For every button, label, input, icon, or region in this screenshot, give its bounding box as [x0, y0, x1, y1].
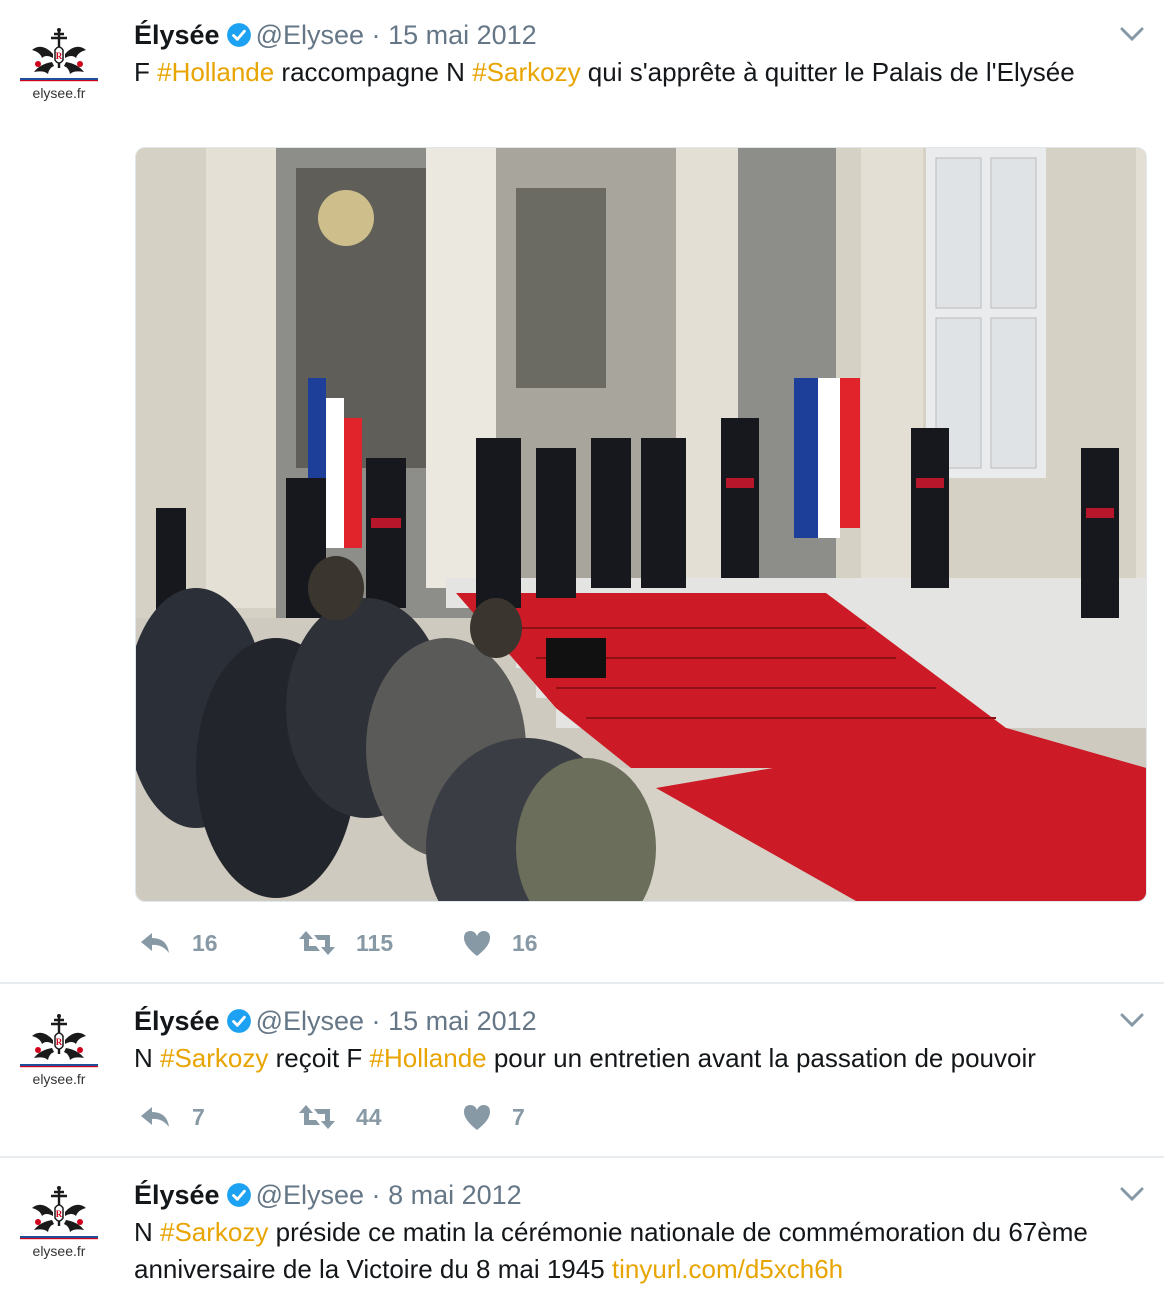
url-link[interactable]: tinyurl.com/d5xch6h: [612, 1254, 843, 1284]
hashtag-link[interactable]: #Sarkozy: [472, 57, 580, 87]
verified-badge-icon: [226, 1009, 251, 1033]
elysee-logo-icon[interactable]: R elysee.fr: [18, 1182, 100, 1264]
tweet-date[interactable]: 15 mai 2012: [388, 20, 537, 50]
tweet-header: Élysée @Elysee · 15 mai 2012: [134, 1004, 537, 1038]
retweet-icon: [299, 931, 335, 955]
separator-dot: ·: [371, 20, 381, 50]
display-name[interactable]: Élysée: [134, 1006, 220, 1036]
hashtag-link[interactable]: #Hollande: [370, 1043, 487, 1073]
text-segment: N: [134, 1217, 160, 1247]
tweet-actions: 16 115 16: [134, 926, 734, 960]
tweet[interactable]: R elysee.fr Élysée @Elysee · 15 mai 2012 …: [0, 984, 1164, 1156]
palace-steps-photo: [136, 148, 1146, 901]
elysee-logo-icon[interactable]: R elysee.fr: [18, 24, 100, 106]
reply-icon: [141, 933, 169, 953]
heart-icon: [464, 1105, 490, 1130]
user-handle[interactable]: @Elysee: [256, 1006, 364, 1036]
reply-button[interactable]: 16: [138, 926, 218, 960]
verified-badge-icon: [226, 23, 251, 47]
text-segment: qui s'apprête à quitter le Palais de l'E…: [580, 57, 1075, 87]
svg-text:R: R: [56, 1209, 63, 1219]
like-button[interactable]: 16: [462, 926, 538, 960]
user-handle[interactable]: @Elysee: [256, 20, 364, 50]
text-segment: reçoit F: [268, 1043, 370, 1073]
chevron-down-icon[interactable]: [1118, 1184, 1146, 1204]
tweet-date[interactable]: 15 mai 2012: [388, 1006, 537, 1036]
text-segment: préside ce matin la cérémonie nationale …: [134, 1217, 1088, 1284]
chevron-down-icon[interactable]: [1118, 1010, 1146, 1030]
reply-count: 16: [192, 929, 218, 956]
svg-text:R: R: [56, 1037, 63, 1047]
elysee-logo-icon[interactable]: R elysee.fr: [18, 1010, 100, 1092]
hashtag-link[interactable]: #Hollande: [157, 57, 274, 87]
text-segment: raccompagne N: [274, 57, 473, 87]
tweet-header: Élysée @Elysee · 15 mai 2012: [134, 18, 537, 52]
retweet-count: 115: [356, 929, 394, 956]
display-name[interactable]: Élysée: [134, 20, 220, 50]
tweet-photo[interactable]: [135, 147, 1147, 902]
tweet-text: F #Hollande raccompagne N #Sarkozy qui s…: [134, 54, 1134, 91]
svg-text:R: R: [56, 51, 63, 61]
avatar-label: elysee.fr: [33, 85, 86, 101]
verified-badge-icon: [226, 1183, 251, 1207]
chevron-down-icon[interactable]: [1118, 24, 1146, 44]
hashtag-link[interactable]: #Sarkozy: [160, 1217, 268, 1247]
hashtag-link[interactable]: #Sarkozy: [160, 1043, 268, 1073]
reply-count: 7: [192, 1103, 205, 1130]
tweet[interactable]: R elysee.fr Élysée @Elysee · 8 mai 2012 N…: [0, 1158, 1164, 1306]
reply-button[interactable]: 7: [138, 1100, 205, 1134]
avatar-label: elysee.fr: [33, 1243, 86, 1259]
text-segment: F: [134, 57, 158, 87]
avatar-label: elysee.fr: [33, 1071, 86, 1087]
retweet-icon: [299, 1105, 335, 1129]
retweet-button[interactable]: 115: [298, 926, 393, 960]
like-button[interactable]: 7: [462, 1100, 525, 1134]
retweet-count: 44: [356, 1103, 382, 1130]
tweet[interactable]: R elysee.fr Élysée @Elysee · 15 mai 2012 …: [0, 0, 1164, 982]
text-segment: pour un entretien avant la passation de …: [486, 1043, 1036, 1073]
reply-icon: [141, 1107, 169, 1127]
tweet-text: N #Sarkozy préside ce matin la cérémonie…: [134, 1214, 1134, 1288]
separator-dot: ·: [371, 1006, 381, 1036]
user-handle[interactable]: @Elysee: [256, 1180, 364, 1210]
heart-icon: [464, 931, 490, 956]
separator-dot: ·: [371, 1180, 381, 1210]
display-name[interactable]: Élysée: [134, 1180, 220, 1210]
like-count: 7: [512, 1103, 525, 1130]
tweet-header: Élysée @Elysee · 8 mai 2012: [134, 1178, 522, 1212]
tweet-actions: 7 44 7: [134, 1100, 734, 1134]
like-count: 16: [512, 929, 538, 956]
tweet-text: N #Sarkozy reçoit F #Hollande pour un en…: [134, 1040, 1134, 1077]
text-segment: N: [134, 1043, 160, 1073]
tweet-date[interactable]: 8 mai 2012: [388, 1180, 522, 1210]
retweet-button[interactable]: 44: [298, 1100, 382, 1134]
